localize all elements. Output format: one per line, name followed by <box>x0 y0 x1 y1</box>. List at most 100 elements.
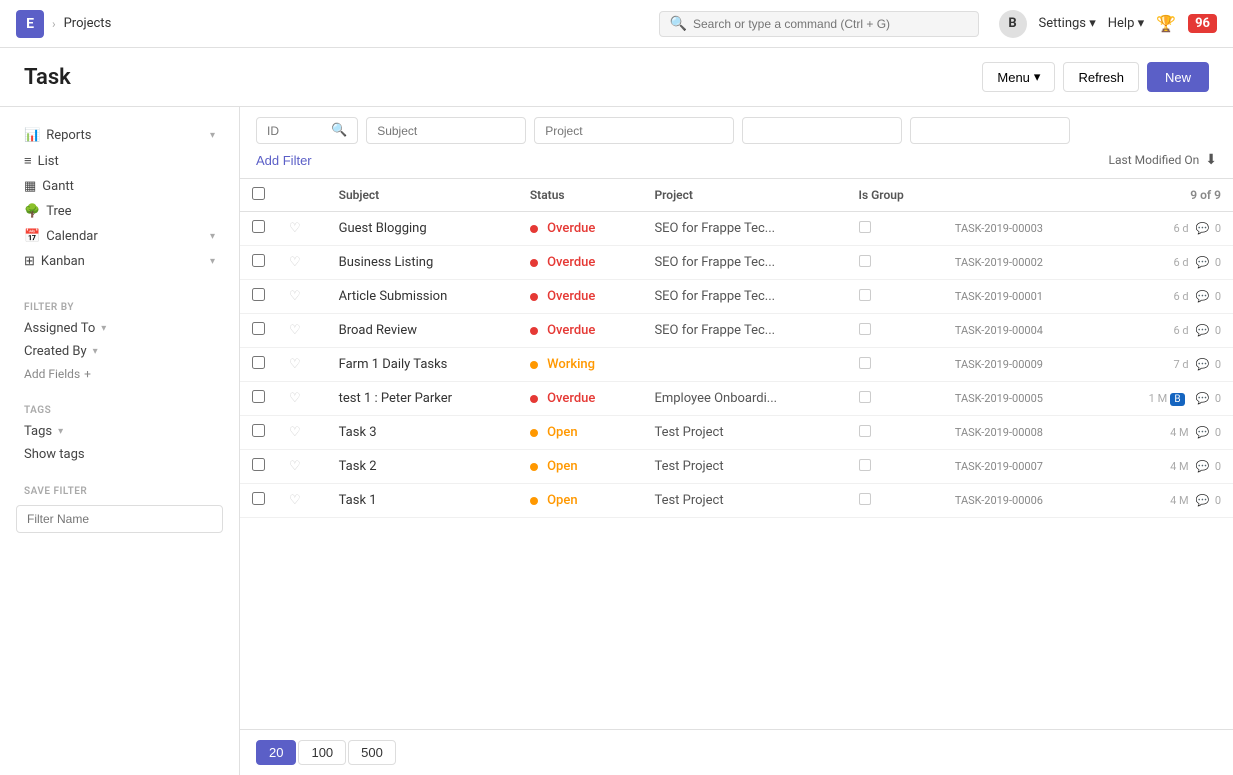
row-subject-cell[interactable]: Broad Review <box>327 314 518 348</box>
row-checkbox[interactable] <box>252 458 265 471</box>
filter-input-5[interactable] <box>910 117 1070 144</box>
id-filter-input[interactable] <box>267 124 327 138</box>
filter-created-by[interactable]: Created By ▾ <box>16 340 223 363</box>
filter-assigned-to[interactable]: Assigned To ▾ <box>16 317 223 340</box>
row-checkbox[interactable] <box>252 288 265 301</box>
help-button[interactable]: Help ▾ <box>1108 16 1144 31</box>
row-status-cell: Overdue <box>518 246 643 280</box>
status-dot <box>530 293 538 301</box>
id-filter-wrap[interactable]: 🔍 <box>256 117 358 144</box>
list-icon: ≡ <box>24 153 32 169</box>
search-input[interactable] <box>693 17 968 31</box>
header-subject[interactable]: Subject <box>327 179 518 212</box>
is-group-checkbox <box>859 425 871 437</box>
row-checkbox[interactable] <box>252 424 265 437</box>
header-is-group[interactable]: Is Group <box>847 179 943 212</box>
row-subject-cell[interactable]: test 1 : Peter Parker <box>327 382 518 416</box>
row-checkbox[interactable] <box>252 254 265 267</box>
settings-button[interactable]: Settings ▾ <box>1039 16 1096 31</box>
filter-name-input[interactable] <box>16 505 223 533</box>
row-subject: Task 2 <box>339 459 377 474</box>
heart-icon[interactable]: ♡ <box>289 493 301 508</box>
row-is-group-cell <box>847 382 943 416</box>
heart-icon[interactable]: ♡ <box>289 391 301 406</box>
row-is-group-cell <box>847 212 943 246</box>
row-checkbox[interactable] <box>252 322 265 335</box>
last-modified-sort[interactable]: Last Modified On ⬇ <box>1109 152 1217 168</box>
sidebar-item-reports[interactable]: 📊 Reports ▾ <box>16 123 223 148</box>
tags-section-label: TAGS <box>16 397 223 420</box>
row-project: Employee Onboardi... <box>654 391 777 406</box>
row-subject-cell[interactable]: Farm 1 Daily Tasks <box>327 348 518 382</box>
row-is-group-cell <box>847 450 943 484</box>
heart-icon[interactable]: ♡ <box>289 221 301 236</box>
heart-icon[interactable]: ♡ <box>289 289 301 304</box>
subject-filter-input[interactable] <box>366 117 526 144</box>
main-layout: 📊 Reports ▾ ≡ List ▦ Gantt 🌳 Tree 📅 Cale… <box>0 107 1233 775</box>
new-button[interactable]: New <box>1147 62 1209 92</box>
refresh-button[interactable]: Refresh <box>1063 62 1139 92</box>
add-filter-button[interactable]: Add Filter <box>256 153 312 168</box>
row-checkbox[interactable] <box>252 492 265 505</box>
sidebar-item-calendar[interactable]: 📅 Calendar ▾ <box>16 224 223 249</box>
sidebar-item-kanban[interactable]: ⊞ Kanban ▾ <box>16 249 223 274</box>
comment-icon: 💬 <box>1196 392 1210 405</box>
notification-badge[interactable]: 96 <box>1188 14 1217 33</box>
b-badge: B <box>1170 393 1184 406</box>
row-subject: Business Listing <box>339 255 434 270</box>
row-is-group-cell <box>847 280 943 314</box>
heart-icon[interactable]: ♡ <box>289 357 301 372</box>
sort-icon[interactable]: ⬇ <box>1205 152 1217 168</box>
user-avatar[interactable]: B <box>999 10 1027 38</box>
filter-by-label: FILTER BY <box>16 294 223 317</box>
row-subject-cell[interactable]: Guest Blogging <box>327 212 518 246</box>
header-project[interactable]: Project <box>642 179 846 212</box>
select-all-checkbox[interactable] <box>252 187 265 200</box>
sidebar-item-tree[interactable]: 🌳 Tree <box>16 199 223 224</box>
row-time-ago: 6 d <box>1174 290 1189 303</box>
table-row: ♡ Business Listing Overdue SEO for Frapp… <box>240 246 1233 280</box>
reports-chevron: ▾ <box>210 130 215 141</box>
row-task-id: TASK-2019-00002 <box>955 256 1043 269</box>
global-search[interactable]: 🔍 <box>659 11 979 37</box>
show-tags-button[interactable]: Show tags <box>16 443 223 466</box>
row-checkbox[interactable] <box>252 356 265 369</box>
comment-count: 0 <box>1215 256 1221 269</box>
heart-icon[interactable]: ♡ <box>289 425 301 440</box>
breadcrumb-projects[interactable]: Projects <box>64 16 112 31</box>
status-dot <box>530 497 538 505</box>
comment-count: 0 <box>1215 426 1221 439</box>
row-heart-cell: ♡ <box>277 212 327 246</box>
page-size-20[interactable]: 20 <box>256 740 296 765</box>
sidebar-item-list[interactable]: ≡ List <box>16 148 223 174</box>
project-filter-input[interactable] <box>534 117 734 144</box>
heart-icon[interactable]: ♡ <box>289 255 301 270</box>
filter-input-4[interactable] <box>742 117 902 144</box>
row-subject-cell[interactable]: Business Listing <box>327 246 518 280</box>
status-text: Working <box>547 357 595 372</box>
row-checkbox[interactable] <box>252 220 265 233</box>
row-project-cell: Employee Onboardi... <box>642 382 846 416</box>
status-dot <box>530 361 538 369</box>
brand-logo[interactable]: E <box>16 10 44 38</box>
row-heart-cell: ♡ <box>277 484 327 518</box>
add-fields-button[interactable]: Add Fields + <box>16 363 223 385</box>
row-subject-cell[interactable]: Task 2 <box>327 450 518 484</box>
row-task-id-cell: TASK-2019-00003 <box>943 212 1099 246</box>
row-subject-cell[interactable]: Task 1 <box>327 484 518 518</box>
row-checkbox[interactable] <box>252 390 265 403</box>
header-status[interactable]: Status <box>518 179 643 212</box>
task-table: Subject Status Project Is Group 9 of 9 ♡ <box>240 179 1233 518</box>
sidebar-item-gantt[interactable]: ▦ Gantt <box>16 174 223 199</box>
row-subject-cell[interactable]: Article Submission <box>327 280 518 314</box>
page-size-500[interactable]: 500 <box>348 740 396 765</box>
heart-icon[interactable]: ♡ <box>289 323 301 338</box>
page-size-100[interactable]: 100 <box>298 740 346 765</box>
row-subject: Broad Review <box>339 323 417 338</box>
row-status-cell: Overdue <box>518 314 643 348</box>
tags-filter[interactable]: Tags ▾ <box>16 420 223 443</box>
heart-icon[interactable]: ♡ <box>289 459 301 474</box>
status-text: Open <box>547 493 577 508</box>
menu-button[interactable]: Menu ▾ <box>982 62 1055 92</box>
row-subject-cell[interactable]: Task 3 <box>327 416 518 450</box>
